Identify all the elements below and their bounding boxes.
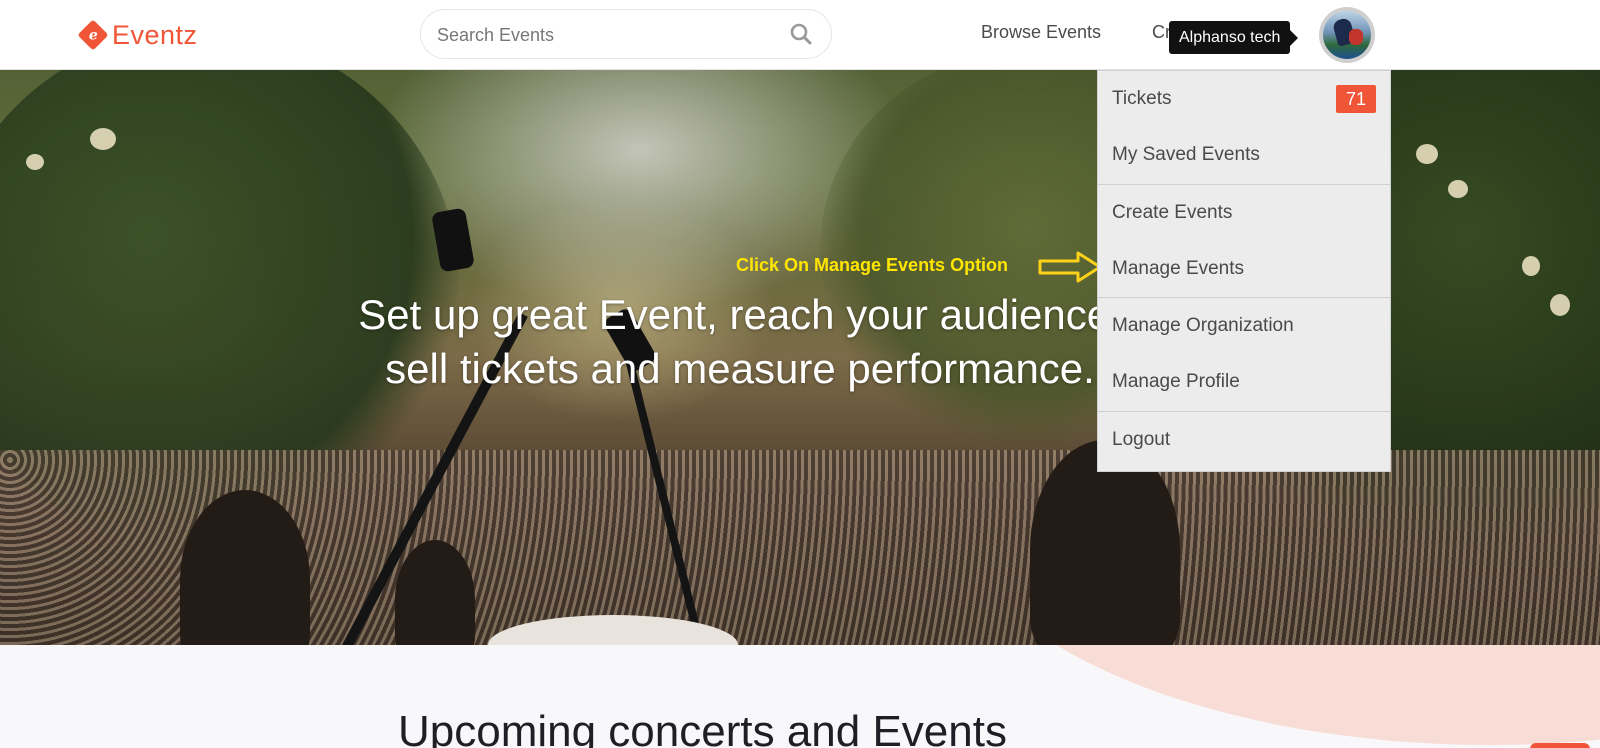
search-icon[interactable] (789, 22, 813, 46)
arrow-right-icon (1038, 251, 1102, 283)
menu-item-manage-events[interactable]: Manage Events (1098, 241, 1390, 297)
menu-item-create-events[interactable]: Create Events (1098, 185, 1390, 241)
logo-text: Eventz (112, 19, 198, 50)
user-avatar[interactable] (1319, 7, 1375, 63)
nav-browse-events[interactable]: Browse Events (981, 22, 1101, 43)
decorative-swoosh (940, 645, 1600, 745)
search-bar (420, 9, 832, 59)
user-dropdown-menu: Tickets 71 My Saved Events Create Events… (1097, 70, 1391, 472)
chat-widget-tab[interactable] (1530, 743, 1590, 748)
menu-item-manage-organization[interactable]: Manage Organization (1098, 298, 1390, 354)
menu-item-logout[interactable]: Logout (1098, 412, 1390, 468)
logo-icon: e (77, 19, 109, 51)
section-heading: Upcoming concerts and Events (398, 707, 1007, 748)
menu-item-tickets[interactable]: Tickets 71 (1098, 71, 1390, 127)
avatar-image (1323, 11, 1371, 59)
hero-headline: Set up great Event, reach your audience,… (358, 291, 1122, 392)
upcoming-section: Upcoming concerts and Events (0, 645, 1600, 748)
instruction-annotation: Click On Manage Events Option (736, 255, 1009, 275)
tickets-count-badge: 71 (1336, 85, 1376, 113)
search-input[interactable] (435, 20, 769, 50)
menu-item-my-saved-events[interactable]: My Saved Events (1098, 127, 1390, 183)
eventz-logo[interactable]: e Eventz (77, 18, 198, 52)
user-name-tooltip: Alphanso tech (1169, 21, 1299, 54)
menu-item-manage-profile[interactable]: Manage Profile (1098, 354, 1390, 410)
